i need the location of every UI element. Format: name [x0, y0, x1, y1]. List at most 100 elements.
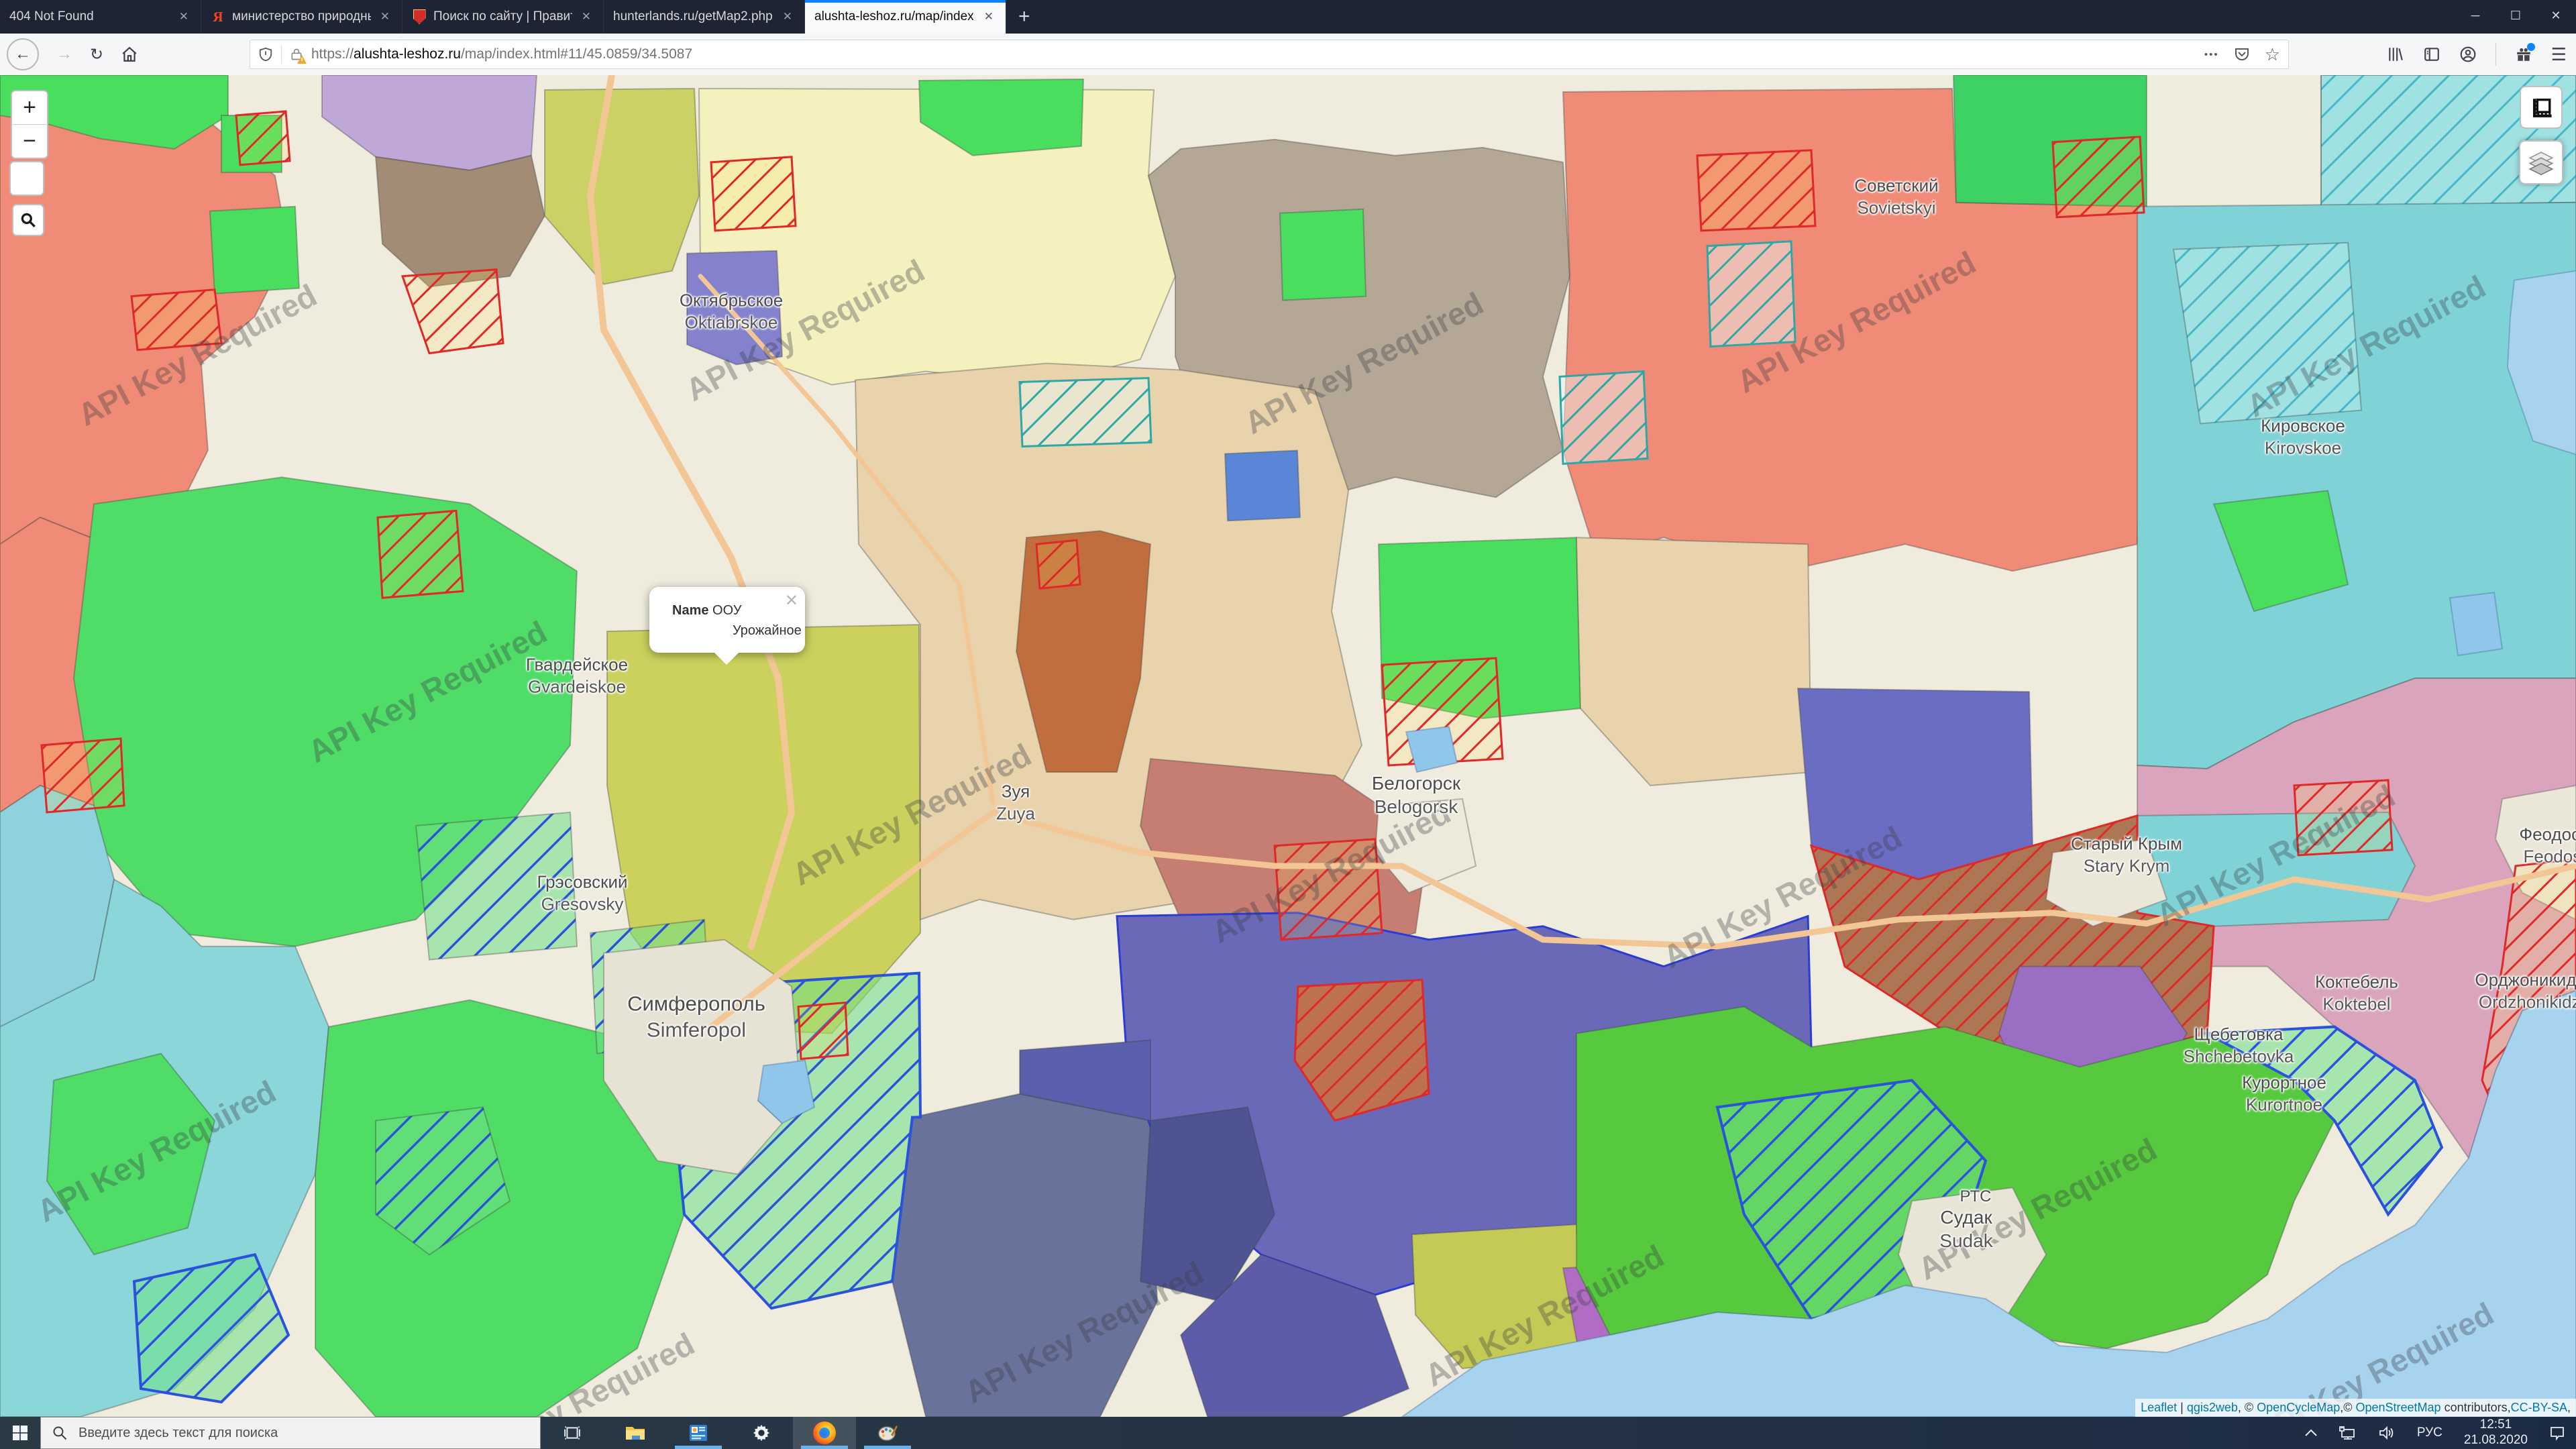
app-blue-tile-button[interactable]: [667, 1417, 730, 1449]
task-view-button[interactable]: [541, 1417, 604, 1449]
zoom-control: + −: [11, 90, 48, 159]
taskbar-search-placeholder: Введите здесь текст для поиска: [78, 1426, 278, 1441]
system-tray: РУС 12:51 21.08.2020: [2294, 1417, 2576, 1449]
maximize-button[interactable]: ☐: [2496, 9, 2536, 23]
windows-taskbar: Введите здесь текст для поиска РУС 12:51…: [0, 1417, 2576, 1449]
tab-close-icon[interactable]: ✕: [378, 9, 392, 25]
page-actions-icon[interactable]: •••: [2204, 49, 2219, 60]
home-button[interactable]: [121, 46, 138, 63]
action-center-button[interactable]: [2538, 1417, 2576, 1449]
language-indicator[interactable]: РУС: [2406, 1417, 2453, 1449]
file-explorer-button[interactable]: [604, 1417, 667, 1449]
search-control-button[interactable]: [12, 204, 44, 236]
map-city-label: РТС: [1960, 1187, 1992, 1207]
tab-hunterlands[interactable]: hunterlands.ru/getMap2.php ✕: [604, 0, 805, 34]
minimize-button[interactable]: ─: [2455, 9, 2496, 23]
map-city-label: ФеодосияFeodosia: [2519, 824, 2576, 867]
task-view-icon: [564, 1424, 581, 1442]
zoom-in-button[interactable]: +: [12, 91, 47, 125]
firefox-icon: [813, 1421, 836, 1444]
taskbar-search-input[interactable]: Введите здесь текст для поиска: [40, 1417, 541, 1449]
popup-field-value: ООУ: [712, 603, 741, 618]
settings-button[interactable]: [730, 1417, 793, 1449]
map-city-label: ОрджоникидзеOrdzhonikidze: [2475, 969, 2576, 1013]
map-city-label: КурортноеKurortnoe: [2242, 1072, 2326, 1116]
paint-palette-icon: [877, 1423, 898, 1443]
qgis2web-link[interactable]: qgis2web: [2187, 1401, 2238, 1414]
network-tray-button[interactable]: [2328, 1417, 2367, 1449]
layers-control-button[interactable]: [2519, 140, 2563, 184]
url-bar[interactable]: https://alushta-leshoz.ru/map/index.html…: [250, 40, 2289, 69]
tray-expand-button[interactable]: [2294, 1417, 2328, 1449]
leaflet-link[interactable]: Leaflet: [2141, 1401, 2177, 1414]
leaflet-map[interactable]: API Key RequiredAPI Key RequiredAPI Key …: [0, 75, 2576, 1417]
popup-field-value2: Урожайное: [672, 621, 805, 641]
notification-dot: [2527, 43, 2535, 51]
map-city-label: ГвардейскоеGvardeiskoe: [526, 654, 628, 698]
license-link[interactable]: CC-BY-SA: [2511, 1401, 2567, 1414]
tab-close-icon[interactable]: ✕: [176, 9, 191, 25]
reload-button[interactable]: ↻: [90, 45, 103, 64]
blue-app-icon: [689, 1424, 708, 1442]
tab-title: alushta-leshoz.ru/map/index.html: [814, 9, 975, 24]
feature-popup[interactable]: ✕ Name ООУ Урожайное: [649, 587, 805, 653]
sidebar-icon[interactable]: [2423, 46, 2440, 63]
screen: { "browser": { "tabs": [ {"title":"404 N…: [0, 0, 2576, 1449]
new-tab-button[interactable]: +: [1006, 0, 1042, 34]
window-controls: ─ ☐ ✕: [2455, 0, 2576, 31]
map-city-label: СимферопольSimferopol: [627, 991, 765, 1043]
yandex-favicon-icon: Я: [211, 9, 225, 24]
map-city-label: ГрэсовскийGresovsky: [537, 871, 627, 915]
close-window-button[interactable]: ✕: [2536, 9, 2576, 23]
bookmark-star-icon[interactable]: ☆: [2265, 44, 2280, 65]
map-attribution: Leaflet | qgis2web, © OpenCycleMap,© Ope…: [2135, 1399, 2576, 1417]
tab-title: hunterlands.ru/getMap2.php: [613, 9, 773, 24]
library-icon[interactable]: [2387, 46, 2404, 63]
map-city-label: БелогорскBelogorsk: [1372, 771, 1460, 818]
tab-close-icon[interactable]: ✕: [780, 9, 795, 25]
tab-site-search[interactable]: Поиск по сайту | Правительст ✕: [402, 0, 604, 34]
clock-time: 12:51: [2480, 1417, 2512, 1433]
speaker-icon: [2378, 1426, 2396, 1440]
pocket-icon[interactable]: [2234, 46, 2250, 62]
tab-close-icon[interactable]: ✕: [981, 9, 996, 25]
openstreetmap-link[interactable]: OpenStreetMap: [2356, 1401, 2441, 1414]
popup-close-button[interactable]: ✕: [785, 591, 798, 610]
map-city-label: КоктебельKoktebel: [2315, 971, 2398, 1015]
tab-ministry[interactable]: Я министерство природных рес ✕: [201, 0, 402, 34]
browser-tab-bar: 404 Not Found ✕ Я министерство природных…: [0, 0, 2576, 34]
map-regions-svg[interactable]: [0, 75, 2576, 1417]
account-icon[interactable]: [2459, 46, 2477, 63]
start-button[interactable]: [0, 1417, 40, 1449]
zoom-out-button[interactable]: −: [12, 125, 47, 158]
tab-title: министерство природных рес: [232, 9, 371, 24]
url-text: https://alushta-leshoz.ru/map/index.html…: [311, 46, 2204, 62]
folder-icon: [625, 1424, 645, 1442]
map-city-label: СудакSudak: [1939, 1205, 1992, 1252]
tab-alushta-leshoz-active[interactable]: alushta-leshoz.ru/map/index.html ✕: [805, 0, 1006, 34]
action-center-icon: [2549, 1425, 2565, 1441]
map-city-label: ЩебетовкаShchebetovka: [2184, 1024, 2294, 1067]
tab-404-not-found[interactable]: 404 Not Found ✕: [0, 0, 201, 34]
back-button[interactable]: ←: [7, 38, 39, 70]
volume-tray-button[interactable]: [2367, 1417, 2406, 1449]
firefox-taskbar-button[interactable]: [793, 1417, 856, 1449]
opencyclemap-link[interactable]: OpenCycleMap: [2257, 1401, 2340, 1414]
forward-button[interactable]: →: [56, 45, 72, 64]
network-icon: [2339, 1426, 2357, 1440]
taskbar-clock[interactable]: 12:51 21.08.2020: [2453, 1417, 2538, 1449]
windows-logo-icon: [12, 1425, 28, 1441]
tab-title: 404 Not Found: [9, 9, 170, 24]
paint-taskbar-button[interactable]: [856, 1417, 919, 1449]
clock-date: 21.08.2020: [2464, 1433, 2528, 1448]
measure-control-button[interactable]: [2520, 86, 2563, 129]
tracking-shield-icon: [258, 46, 273, 62]
layers-icon: [2528, 149, 2555, 176]
legend-toggle-button[interactable]: [9, 161, 44, 196]
map-city-label: СоветскийSovietskyi: [1854, 175, 1938, 219]
tab-title: Поиск по сайту | Правительст: [433, 9, 572, 24]
hamburger-menu-icon[interactable]: ☰: [2551, 44, 2567, 65]
tab-close-icon[interactable]: ✕: [579, 9, 594, 25]
popup-content: Name ООУ Урожайное: [649, 587, 805, 641]
map-city-label: ЗуяZuya: [996, 781, 1035, 824]
